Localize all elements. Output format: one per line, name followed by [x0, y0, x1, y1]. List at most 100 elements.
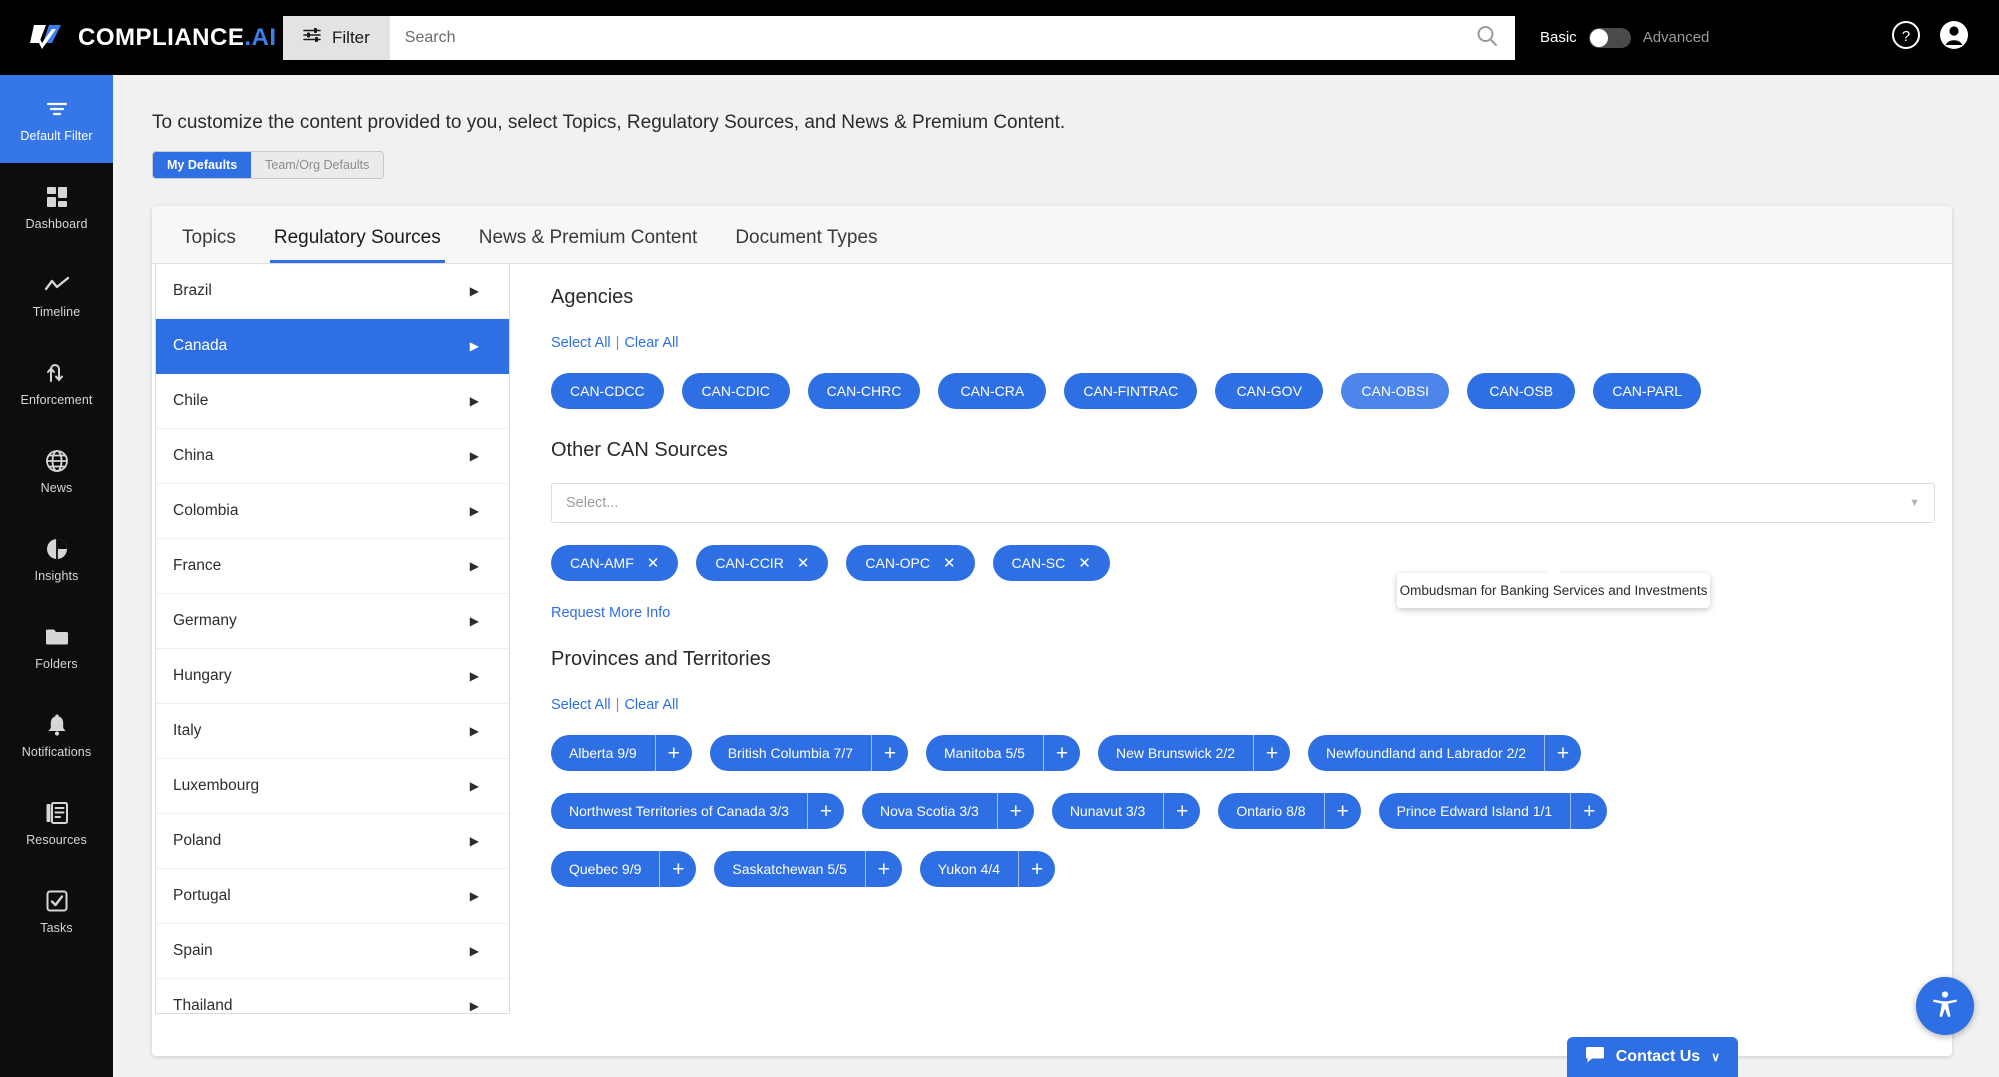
close-icon[interactable]: ✕	[1078, 556, 1091, 571]
province-chip-newfoundland-and-labrador[interactable]: Newfoundland and Labrador 2/2 +	[1308, 735, 1582, 771]
country-list[interactable]: Brazil ▶ Canada ▶ Chile ▶ China ▶ Colomb…	[155, 264, 510, 1014]
sidebar-item-tasks[interactable]: Tasks	[0, 867, 113, 955]
filter-button[interactable]: Filter	[283, 15, 390, 60]
province-chip-new-brunswick[interactable]: New Brunswick 2/2 +	[1097, 735, 1290, 771]
sidebar-item-dashboard[interactable]: Dashboard	[0, 163, 113, 251]
provinces-clear-all-link[interactable]: Clear All	[624, 697, 678, 713]
expand-plus-icon[interactable]: +	[1164, 793, 1200, 829]
sidebar-label: Enforcement	[20, 392, 93, 407]
agencies-clear-all-link[interactable]: Clear All	[624, 335, 678, 351]
agencies-select-all-link[interactable]: Select All	[551, 335, 611, 351]
contact-us-button[interactable]: Contact Us ∨	[1566, 1037, 1738, 1077]
request-more-info-link[interactable]: Request More Info	[551, 605, 670, 621]
agency-chip-can-obsi[interactable]: CAN-OBSI	[1341, 373, 1450, 409]
mode-switch-knob	[1589, 28, 1608, 47]
agency-chip-can-cdcc[interactable]: CAN-CDCC	[551, 373, 664, 409]
tab-document-types[interactable]: Document Types	[731, 227, 881, 263]
expand-plus-icon[interactable]: +	[998, 793, 1034, 829]
search-submit-button[interactable]	[1459, 15, 1515, 60]
tab-regulatory-sources[interactable]: Regulatory Sources	[269, 227, 445, 263]
agency-chip-can-cra[interactable]: CAN-CRA	[938, 373, 1047, 409]
expand-plus-icon[interactable]: +	[656, 735, 692, 771]
country-row-poland[interactable]: Poland ▶	[156, 814, 509, 869]
country-row-thailand[interactable]: Thailand ▶	[156, 979, 509, 1013]
province-chip-northwest-territories-of-canada[interactable]: Northwest Territories of Canada 3/3 +	[551, 793, 844, 829]
province-chip-quebec[interactable]: Quebec 9/9 +	[551, 851, 697, 887]
province-chip-prince-edward-island[interactable]: Prince Edward Island 1/1 +	[1378, 793, 1608, 829]
other-sources-select[interactable]: Select... ▼	[551, 483, 1935, 523]
country-row-china[interactable]: China ▶	[156, 429, 509, 484]
province-chip-yukon[interactable]: Yukon 4/4 +	[919, 851, 1056, 887]
globe-icon	[45, 448, 69, 474]
expand-plus-icon[interactable]: +	[866, 851, 902, 887]
help-circle-icon[interactable]: ?	[1891, 20, 1921, 55]
close-icon[interactable]: ✕	[943, 556, 956, 571]
expand-plus-icon[interactable]: +	[872, 735, 908, 771]
chevron-right-icon: ▶	[469, 944, 479, 958]
country-row-hungary[interactable]: Hungary ▶	[156, 649, 509, 704]
accessibility-button[interactable]	[1916, 977, 1974, 1035]
country-row-spain[interactable]: Spain ▶	[156, 924, 509, 979]
sidebar-item-timeline[interactable]: Timeline	[0, 251, 113, 339]
country-row-italy[interactable]: Italy ▶	[156, 704, 509, 759]
agency-chip-can-parl[interactable]: CAN-PARL	[1593, 373, 1702, 409]
expand-plus-icon[interactable]: +	[1254, 735, 1290, 771]
expand-plus-icon[interactable]: +	[1571, 793, 1607, 829]
expand-plus-icon[interactable]: +	[1019, 851, 1055, 887]
other-source-chip-can-ccir[interactable]: CAN-CCIR ✕	[696, 545, 829, 581]
country-row-luxembourg[interactable]: Luxembourg ▶	[156, 759, 509, 814]
country-row-germany[interactable]: Germany ▶	[156, 594, 509, 649]
contact-us-label: Contact Us	[1615, 1048, 1701, 1065]
tab-topics[interactable]: Topics	[178, 227, 240, 263]
search-input[interactable]	[389, 15, 1459, 60]
other-source-chip-can-sc[interactable]: CAN-SC ✕	[992, 545, 1110, 581]
expand-plus-icon[interactable]: +	[660, 851, 696, 887]
province-chip-alberta[interactable]: Alberta 9/9 +	[551, 735, 692, 771]
brand-logo[interactable]: COMPLIANCE.AI	[30, 23, 280, 53]
country-row-colombia[interactable]: Colombia ▶	[156, 484, 509, 539]
province-chip-nova-scotia[interactable]: Nova Scotia 3/3 +	[861, 793, 1034, 829]
close-icon[interactable]: ✕	[647, 556, 660, 571]
agency-chip-can-chrc[interactable]: CAN-CHRC	[807, 373, 921, 409]
sidebar-item-insights[interactable]: Insights	[0, 515, 113, 603]
country-row-brazil[interactable]: Brazil ▶	[156, 264, 509, 319]
agency-chip-can-gov[interactable]: CAN-GOV	[1215, 373, 1324, 409]
chevron-right-icon: ▶	[469, 669, 479, 683]
mode-switch[interactable]	[1588, 27, 1631, 48]
tab-my-defaults[interactable]: My Defaults	[153, 152, 252, 178]
province-chip-manitoba[interactable]: Manitoba 5/5 +	[926, 735, 1080, 771]
mode-advanced-label: Advanced	[1642, 29, 1710, 46]
expand-plus-icon[interactable]: +	[808, 793, 844, 829]
close-icon[interactable]: ✕	[797, 556, 810, 571]
sidebar-item-enforcement[interactable]: Enforcement	[0, 339, 113, 427]
agency-chip-can-osb[interactable]: CAN-OSB	[1467, 373, 1576, 409]
tab-team-org-defaults[interactable]: Team/Org Defaults	[251, 152, 383, 178]
sidebar-item-news[interactable]: News	[0, 427, 113, 515]
country-row-portugal[interactable]: Portugal ▶	[156, 869, 509, 924]
sidebar-item-resources[interactable]: Resources	[0, 779, 113, 867]
provinces-select-all-link[interactable]: Select All	[551, 697, 611, 713]
chevron-down-icon[interactable]: ∨	[1711, 1050, 1720, 1064]
other-source-chip-can-amf[interactable]: CAN-AMF ✕	[551, 545, 679, 581]
basic-advanced-toggle[interactable]: Basic Advanced	[1540, 27, 1710, 48]
province-chip-saskatchewan[interactable]: Saskatchewan 5/5 +	[714, 851, 902, 887]
sidebar-item-notifications[interactable]: Notifications	[0, 691, 113, 779]
country-row-chile[interactable]: Chile ▶	[156, 374, 509, 429]
expand-plus-icon[interactable]: +	[1545, 735, 1581, 771]
account-circle-icon[interactable]	[1939, 20, 1969, 55]
country-row-canada[interactable]: Canada ▶	[156, 319, 509, 374]
country-row-france[interactable]: France ▶	[156, 539, 509, 594]
province-chip-british-columbia[interactable]: British Columbia 7/7 +	[709, 735, 908, 771]
sidebar-label: Timeline	[32, 304, 81, 319]
expand-plus-icon[interactable]: +	[1044, 735, 1080, 771]
sidebar-label: Default Filter	[20, 128, 93, 143]
other-source-chip-can-opc[interactable]: CAN-OPC ✕	[846, 545, 975, 581]
sidebar-item-default-filter[interactable]: Default Filter	[0, 75, 113, 163]
sidebar-item-folders[interactable]: Folders	[0, 603, 113, 691]
province-chip-ontario[interactable]: Ontario 8/8 +	[1218, 793, 1361, 829]
expand-plus-icon[interactable]: +	[1325, 793, 1361, 829]
agency-chip-can-cdic[interactable]: CAN-CDIC	[681, 373, 790, 409]
agency-chip-can-fintrac[interactable]: CAN-FINTRAC	[1064, 373, 1198, 409]
tab-news-premium-content[interactable]: News & Premium Content	[475, 227, 702, 263]
province-chip-nunavut[interactable]: Nunavut 3/3 +	[1051, 793, 1201, 829]
